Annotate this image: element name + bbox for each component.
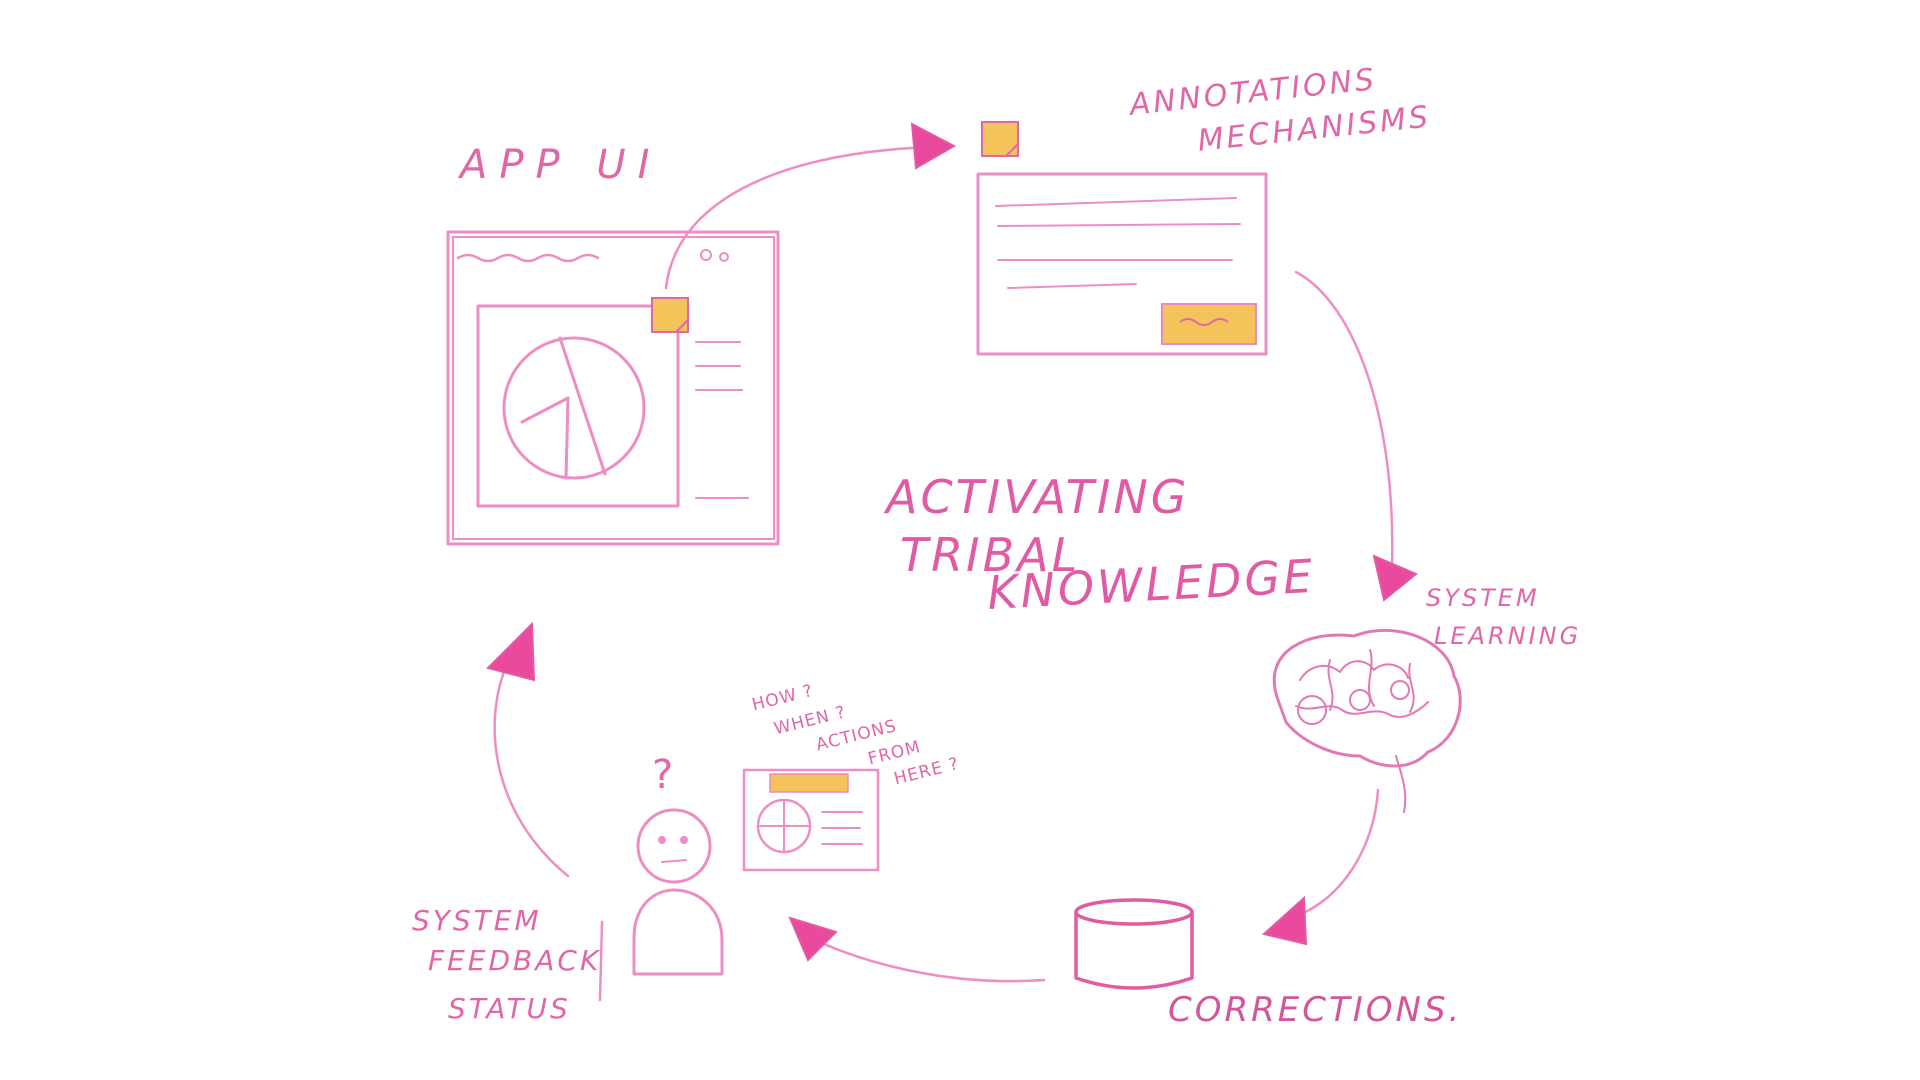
card-highlight <box>769 773 849 793</box>
database-icon <box>1074 898 1194 990</box>
system-learning-label-line2: LEARNING <box>1434 622 1582 650</box>
app-ui-label: APP UI <box>460 142 662 188</box>
confused-question-mark: ? <box>652 752 674 798</box>
app-ui-window <box>446 230 780 546</box>
center-title-line1: ACTIVATING <box>886 470 1190 524</box>
person-icon <box>598 808 724 1002</box>
sticky-note-icon <box>651 297 689 333</box>
brain-icon <box>1272 628 1462 813</box>
feedback-label-line1: SYSTEM <box>412 904 542 937</box>
corrections-label: CORRECTIONS. <box>1168 990 1463 1030</box>
sticky-note-icon <box>981 121 1019 157</box>
system-learning-label-line1: SYSTEM <box>1426 584 1540 612</box>
arrowhead-icon <box>910 122 957 170</box>
feedback-label-line2: FEEDBACK <box>428 944 602 977</box>
arrowhead-icon <box>788 916 838 962</box>
arrowhead-icon <box>486 621 536 682</box>
arrowhead-icon <box>1372 554 1418 602</box>
arrowhead-icon <box>1261 895 1308 946</box>
feedback-label-line3: STATUS <box>448 992 571 1025</box>
pie-chart-icon <box>502 336 646 480</box>
